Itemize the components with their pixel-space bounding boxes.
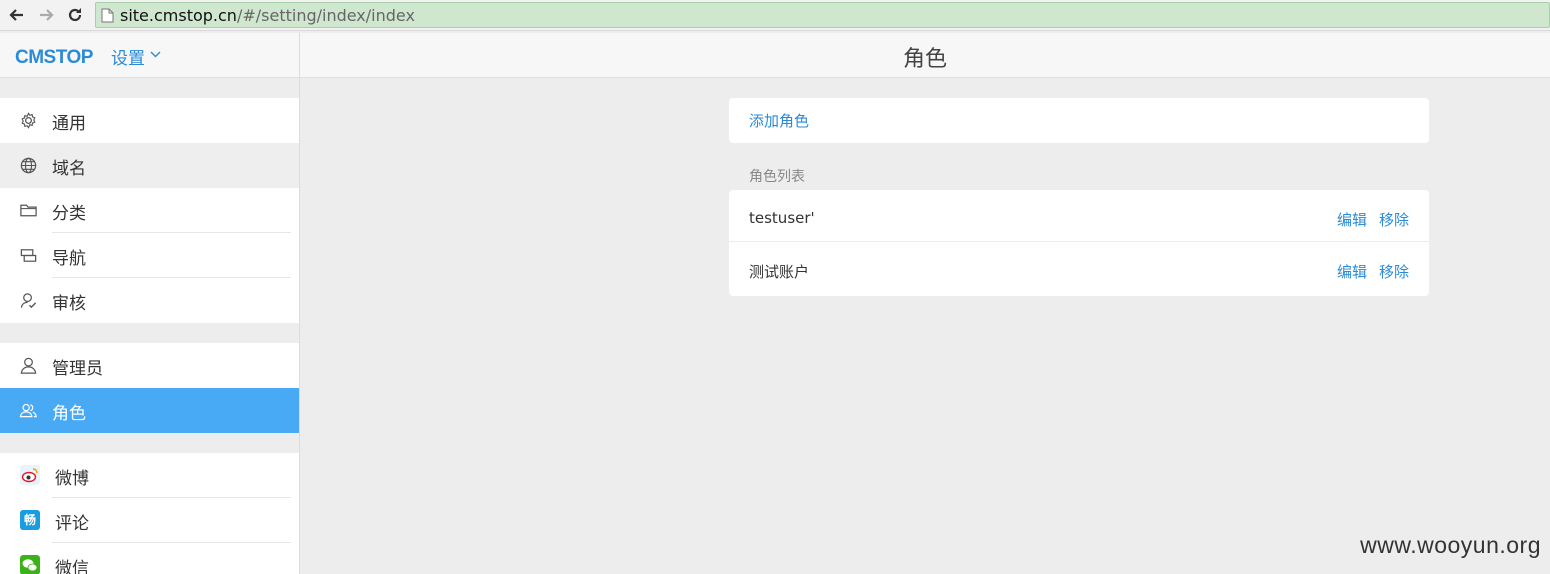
- address-bar[interactable]: site.cmstop.cn/#/setting/index/index: [95, 2, 1550, 28]
- add-role-card: 添加角色: [729, 98, 1429, 143]
- watermark: www.wooyun.org: [1360, 532, 1541, 558]
- wechat-icon: [20, 555, 40, 574]
- url-host: site.cmstop.cn: [120, 6, 237, 25]
- page-icon: [101, 8, 114, 23]
- changyan-icon: 畅: [20, 510, 40, 530]
- sidebar-item-general[interactable]: 通用: [0, 98, 299, 143]
- sidebar-item-label: 评论: [55, 514, 89, 534]
- sidebar-item-administrators[interactable]: 管理员: [0, 343, 299, 388]
- url-text: site.cmstop.cn/#/setting/index/index: [120, 6, 415, 25]
- remove-role-link[interactable]: 移除: [1379, 261, 1409, 282]
- weibo-icon: [20, 465, 40, 485]
- menu-group-general: 通用 域名 分类 导航 审核: [0, 98, 299, 323]
- gear-icon: [21, 112, 36, 129]
- users-icon: [19, 403, 37, 418]
- reload-button[interactable]: [64, 4, 86, 26]
- sidebar-item-weibo[interactable]: 微博: [0, 453, 299, 498]
- menu-group-apps: 微博 畅 评论 微信: [0, 453, 299, 574]
- url-path: /#/setting/index/index: [236, 6, 415, 25]
- main-header: 角色: [300, 33, 1550, 78]
- sidebar-item-label: 通用: [52, 114, 86, 134]
- menu-group-admin: 管理员 角色: [0, 343, 299, 433]
- sidebar-item-category[interactable]: 分类: [0, 188, 299, 233]
- sidebar-item-wechat[interactable]: 微信: [0, 543, 299, 574]
- settings-menu-label[interactable]: 设置: [111, 44, 145, 69]
- chevron-down-icon[interactable]: [150, 49, 161, 60]
- folder-icon: [20, 204, 37, 217]
- sidebar-item-label: 微博: [55, 469, 89, 489]
- navigation-icon: [20, 249, 37, 262]
- sidebar-item-label: 域名: [52, 159, 86, 179]
- cmstop-logo[interactable]: CMSTOP: [15, 45, 105, 67]
- sidebar-item-label: 管理员: [52, 359, 103, 379]
- browser-toolbar: site.cmstop.cn/#/setting/index/index: [0, 0, 1550, 31]
- role-name: testuser': [749, 209, 815, 227]
- edit-role-link[interactable]: 编辑: [1337, 261, 1367, 282]
- sidebar: CMSTOP 设置 通用 域名 分类 导航 审核 管理员 角色 微博 畅 评论 …: [0, 33, 300, 574]
- sidebar-item-label: 导航: [52, 249, 86, 269]
- sidebar-item-roles[interactable]: 角色: [0, 388, 299, 433]
- sidebar-item-review[interactable]: 审核: [0, 278, 299, 323]
- role-name: 测试账户: [749, 263, 810, 281]
- sidebar-item-label: 角色: [52, 404, 86, 424]
- logo-text: CMSTOP: [15, 47, 94, 67]
- sidebar-item-label: 微信: [55, 559, 89, 574]
- reload-icon: [68, 8, 82, 22]
- add-role-link[interactable]: 添加角色: [749, 110, 809, 131]
- sidebar-item-comments[interactable]: 畅 评论: [0, 498, 299, 543]
- back-button[interactable]: [6, 4, 28, 26]
- sidebar-item-domain[interactable]: 域名: [0, 143, 299, 188]
- role-row: 测试账户 编辑 移除: [729, 241, 1429, 292]
- role-row: testuser' 编辑 移除: [729, 190, 1429, 241]
- sidebar-header: CMSTOP 设置: [0, 33, 299, 78]
- sidebar-item-label: 审核: [52, 294, 86, 314]
- role-list-title: 角色列表: [749, 169, 805, 185]
- page-title: 角色: [902, 47, 947, 72]
- arrow-left-icon: [9, 9, 23, 21]
- user-icon: [20, 357, 37, 374]
- sidebar-item-label: 分类: [52, 204, 86, 224]
- forward-button[interactable]: [35, 4, 57, 26]
- edit-role-link[interactable]: 编辑: [1337, 209, 1367, 230]
- role-list: testuser' 编辑 移除 测试账户 编辑 移除: [729, 190, 1429, 296]
- remove-role-link[interactable]: 移除: [1379, 209, 1409, 230]
- sidebar-item-navigation[interactable]: 导航: [0, 233, 299, 278]
- review-icon: [20, 293, 37, 309]
- arrow-right-icon: [40, 9, 54, 21]
- globe-icon: [20, 157, 37, 174]
